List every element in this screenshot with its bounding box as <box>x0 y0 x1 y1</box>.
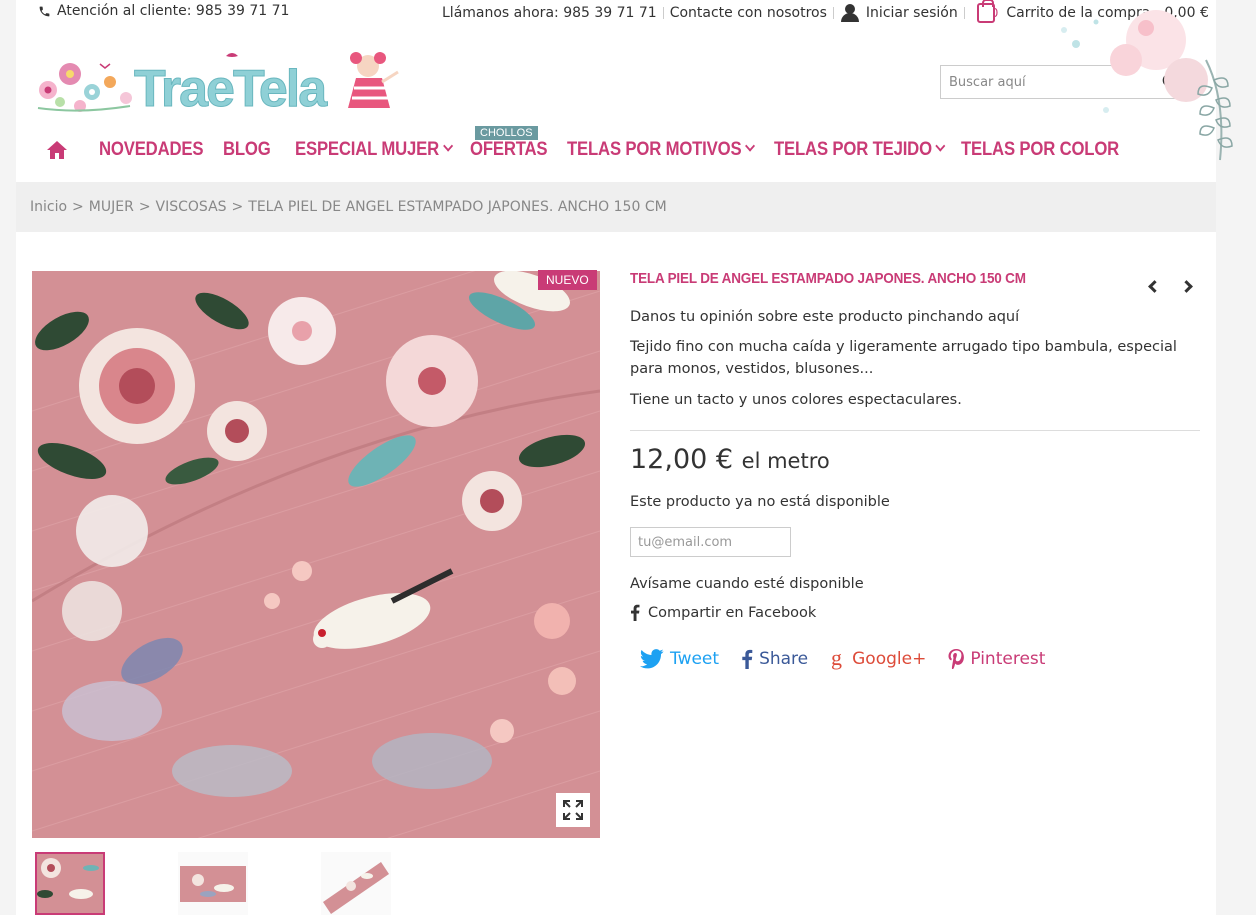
nav-item-blog[interactable]: BLOG <box>223 139 271 161</box>
availability-status: Este producto ya no está disponible <box>630 494 890 510</box>
price-unit: el metro <box>741 449 830 473</box>
expand-icon <box>563 800 583 820</box>
phone-icon <box>39 6 50 16</box>
thumbnail-3[interactable] <box>321 852 391 915</box>
chevron-left-icon <box>1147 279 1161 293</box>
notify-email-input[interactable] <box>630 527 791 557</box>
main-nav: NOVEDADES BLOG ESPECIAL MUJER OFERTAS TE… <box>16 128 1216 178</box>
thumbnail-strip <box>32 852 600 915</box>
product-price: 12,00 € el metro <box>630 444 830 475</box>
svg-text:g: g <box>831 648 842 670</box>
top-bar: Atención al cliente: 985 39 71 71 Lláman… <box>16 0 1216 28</box>
product-image[interactable] <box>32 271 600 838</box>
googleplus-button[interactable]: g Google+ <box>830 648 926 670</box>
flowers-illustration <box>37 63 132 112</box>
thumbnail-2[interactable] <box>178 852 248 915</box>
contact-link[interactable]: Contacte con nosotros <box>670 5 827 21</box>
facebook-share-label: Compartir en Facebook <box>648 604 817 621</box>
facebook-icon <box>631 604 640 621</box>
breadcrumb-viscosas[interactable]: VISCOSAS <box>156 199 227 215</box>
breadcrumb-current: TELA PIEL DE ANGEL ESTAMPADO JAPONES. AN… <box>248 199 667 215</box>
search-button[interactable] <box>1155 66 1187 98</box>
divider <box>630 430 1200 431</box>
share-label: Share <box>759 649 809 669</box>
call-now-text: Llámanos ahora: 985 39 71 71 <box>442 5 657 21</box>
pinterest-label: Pinterest <box>970 649 1046 669</box>
price-value: 12,00 € <box>630 444 734 475</box>
nav-item-telas-por-motivos[interactable]: TELAS POR MOTIVOS <box>567 139 756 161</box>
logo-wordmark: TraeTela <box>134 60 328 116</box>
nav-item-telas-por-color[interactable]: TELAS POR COLOR <box>961 139 1119 161</box>
search-input[interactable] <box>941 67 1155 97</box>
cart-button[interactable] <box>976 0 995 23</box>
search-icon <box>1162 73 1180 91</box>
pinterest-button[interactable]: Pinterest <box>948 649 1045 669</box>
social-share-bar: Tweet Share g Google+ Pinterest <box>640 648 1067 670</box>
product-description: Tejido fino con mucha caída y ligerament… <box>630 339 1177 377</box>
googleplus-icon: g <box>831 648 842 670</box>
nav-item-telas-por-tejido[interactable]: TELAS POR TEJIDO <box>774 139 946 161</box>
chevron-down-icon <box>935 140 946 152</box>
divider <box>662 7 664 19</box>
customer-service-text: Atención al cliente: 985 39 71 71 <box>57 3 290 19</box>
shopping-bag-icon <box>976 0 995 23</box>
new-badge: NUEVO <box>538 270 597 290</box>
girl-illustration <box>348 52 399 108</box>
divider <box>832 7 834 19</box>
login-link[interactable]: Iniciar sesión <box>866 5 958 21</box>
chevron-down-icon <box>442 140 453 152</box>
twitter-icon <box>640 649 664 669</box>
product-navigation <box>1142 276 1198 296</box>
user-icon <box>840 4 860 22</box>
breadcrumb-mujer[interactable]: MUJER <box>89 199 134 215</box>
previous-product-button[interactable] <box>1142 276 1162 296</box>
notify-me-button[interactable]: Avísame cuando esté disponible <box>630 573 864 595</box>
zoom-button[interactable] <box>556 793 590 827</box>
page: Atención al cliente: 985 39 71 71 Lláman… <box>16 0 1233 915</box>
site-logo[interactable]: TraeTela <box>30 44 400 119</box>
search-box <box>940 65 1188 99</box>
googleplus-label: Google+ <box>852 649 927 669</box>
nav-item-novedades[interactable]: NOVEDADES <box>99 139 204 161</box>
breadcrumb-home[interactable]: Inicio <box>30 199 67 215</box>
tweet-button[interactable]: Tweet <box>640 649 719 669</box>
cart-label[interactable]: Carrito de la compra - 0,00 € <box>1006 5 1209 21</box>
top-bar-links: Llámanos ahora: 985 39 71 71 Contacte co… <box>442 0 1209 23</box>
nav-item-ofertas[interactable]: OFERTAS <box>470 139 548 161</box>
facebook-share-link[interactable]: Compartir en Facebook <box>630 604 816 621</box>
tweet-label: Tweet <box>670 649 720 669</box>
next-product-button[interactable] <box>1178 276 1198 296</box>
customer-service: Atención al cliente: 985 39 71 71 <box>38 3 289 19</box>
facebook-share-button[interactable]: Share <box>741 649 808 669</box>
breadcrumb: Inicio > MUJER > VISCOSAS > TELA PIEL DE AN… <box>16 182 1216 232</box>
facebook-icon <box>742 649 753 669</box>
pinterest-icon <box>948 649 965 669</box>
chevron-down-icon <box>745 140 756 152</box>
product-description-extra: Tiene un tacto y unos colores espectacul… <box>630 392 962 408</box>
divider <box>963 7 965 19</box>
chevron-right-icon <box>1179 279 1193 293</box>
review-link[interactable]: Danos tu opinión sobre este producto pin… <box>630 306 1019 328</box>
nav-item-especial-mujer[interactable]: ESPECIAL MUJER <box>295 139 453 161</box>
thumbnail-1[interactable] <box>35 852 105 915</box>
product-title: TELA PIEL DE ANGEL ESTAMPADO JAPONES. AN… <box>630 270 1026 287</box>
